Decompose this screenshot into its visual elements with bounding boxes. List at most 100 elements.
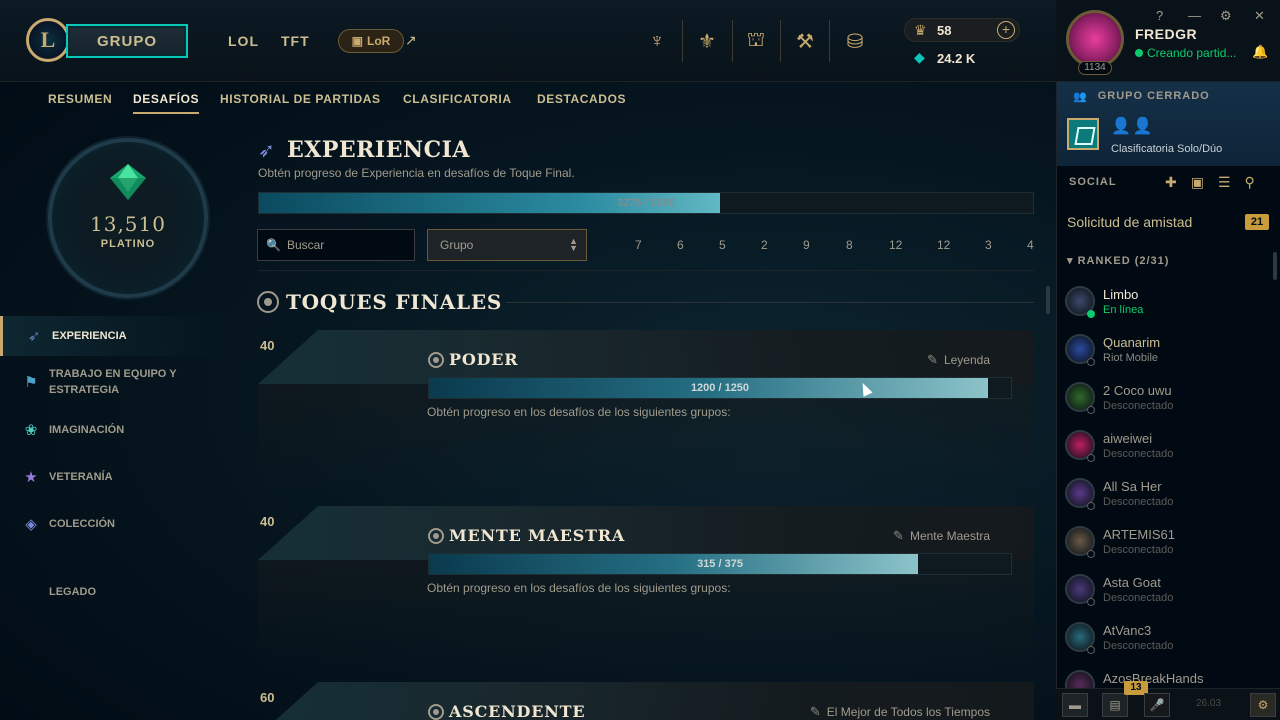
party-members-icon: 👤👤	[1111, 118, 1155, 135]
notification-bell-icon[interactable]: 🔔	[1252, 44, 1268, 60]
card-body	[258, 384, 1034, 500]
search-placeholder: Buscar	[286, 238, 325, 252]
minimize-icon[interactable]: —	[1188, 8, 1201, 23]
group-select-value: Grupo	[440, 238, 474, 252]
status-text[interactable]: Creando partid...	[1135, 46, 1236, 60]
friend-item[interactable]: 2 Coco uwu Desconectado	[1057, 378, 1280, 426]
filter-count[interactable]: 12	[889, 238, 902, 252]
social-header: SOCIAL	[1069, 176, 1117, 188]
filter-count[interactable]: 7	[635, 238, 642, 252]
friend-item[interactable]: All Sa Her Desconectado	[1057, 474, 1280, 522]
friend-name: ARTEMIS61	[1103, 527, 1176, 542]
tab-clasificatoria[interactable]: CLASIFICATORIA	[403, 92, 512, 106]
tab-destacados[interactable]: DESTACADOS	[537, 92, 626, 106]
title-reward-icon: ✎	[893, 528, 904, 543]
collection-icon[interactable]: ⛁	[842, 28, 868, 54]
store-icon[interactable]: ⛫	[743, 28, 769, 54]
section-title: EXPERIENCIA	[287, 137, 470, 163]
help-icon[interactable]: ?	[1156, 8, 1163, 23]
friend-item[interactable]: ARTEMIS61 Desconectado	[1057, 522, 1280, 570]
challenge-icon	[428, 704, 444, 720]
league-logo-icon[interactable]: L	[26, 18, 70, 62]
buy-rp-button[interactable]: +	[997, 21, 1015, 39]
filter-count[interactable]: 2	[761, 238, 768, 252]
friend-name: AtVanc3	[1103, 623, 1152, 638]
presence-dot	[1087, 454, 1095, 462]
chat-icon[interactable]: ▬	[1062, 693, 1088, 717]
tournament-icon[interactable]: ⚜	[694, 28, 720, 54]
category-label: EXPERIENCIA	[52, 330, 127, 342]
lobby-card[interactable]: 👥 GRUPO CERRADO 👤👤 Clasificatoria Solo/D…	[1057, 82, 1280, 166]
card-progress-text: 1200 / 1250	[690, 382, 750, 394]
social-actions: ✚ ▣ ☰ ⚲	[1165, 174, 1255, 191]
friend-request-link[interactable]: Solicitud de amistad	[1067, 214, 1192, 230]
challenge-card[interactable]: 40 MENTE MAESTRA ✎ Mente Maestra 315 / 3…	[258, 506, 1034, 676]
nav-lol[interactable]: LOL	[228, 33, 259, 49]
filter-count[interactable]: 9	[803, 238, 810, 252]
filter-count[interactable]: 5	[719, 238, 726, 252]
card-title: MENTE MAESTRA	[449, 526, 626, 545]
category-imaginacion[interactable]: ❀ IMAGINACIÓN	[0, 410, 230, 450]
list-view-icon[interactable]: ☰	[1218, 174, 1231, 191]
filter-count[interactable]: 12	[937, 238, 950, 252]
teamwork-icon: ⚑	[24, 374, 38, 391]
card-points: 40	[260, 514, 275, 529]
card-title: PODER	[449, 350, 519, 369]
friend-item[interactable]: Asta Goat Desconectado	[1057, 570, 1280, 618]
blue-essence-icon: ◆	[914, 49, 925, 65]
friend-name: Asta Goat	[1103, 575, 1161, 590]
rp-amount: 58	[937, 23, 952, 38]
search-input[interactable]: 🔍 Buscar	[257, 229, 415, 261]
microphone-icon[interactable]: 🎤	[1144, 693, 1170, 717]
divider	[682, 20, 683, 62]
summoner-name[interactable]: FREDGR	[1135, 26, 1197, 42]
close-icon[interactable]: ✕	[1254, 8, 1265, 24]
add-friend-icon[interactable]: ✚	[1165, 174, 1177, 191]
category-legado[interactable]: LEGADO	[0, 572, 230, 612]
group-title: TOQUES FINALES	[286, 290, 503, 314]
experience-icon: ➶	[27, 328, 41, 345]
avatar[interactable]	[1066, 10, 1124, 68]
play-button[interactable]: GRUPO	[66, 24, 188, 58]
card-title: ASCENDENTE	[449, 702, 586, 720]
category-coleccion[interactable]: ◈ COLECCIÓN	[0, 504, 230, 544]
friend-item[interactable]: aiweiwei Desconectado	[1057, 426, 1280, 474]
friend-group-header[interactable]: ▾ RANKED (2/31)	[1067, 254, 1169, 267]
card-header-bg	[258, 330, 1034, 384]
friend-item[interactable]: Quanarim Riot Mobile	[1057, 330, 1280, 378]
card-description: Obtén progreso en los desafíos de los si…	[427, 581, 731, 595]
scrollbar-thumb[interactable]	[1046, 286, 1050, 314]
search-icon[interactable]: ⚲	[1245, 174, 1255, 191]
group-select[interactable]: Grupo ▲ ▼	[427, 229, 587, 261]
tab-desafios[interactable]: DESAFÍOS	[133, 92, 200, 114]
card-progress-text: 315 / 375	[697, 558, 743, 570]
friend-item[interactable]: Limbo En línea	[1057, 282, 1280, 330]
version-label: 26.03	[1196, 698, 1222, 709]
category-label: COLECCIÓN	[49, 518, 115, 530]
filter-count[interactable]: 4	[1027, 238, 1034, 252]
category-veterania[interactable]: ★ VETERANÍA	[0, 457, 230, 497]
challenge-card[interactable]: 60 ASCENDENTE ✎ El Mejor de Todos los Ti…	[258, 682, 1034, 720]
loot-icon[interactable]: ⚒	[792, 28, 818, 54]
category-experiencia[interactable]: ➶ EXPERIENCIA	[0, 316, 230, 356]
add-folder-icon[interactable]: ▣	[1191, 174, 1204, 191]
tab-historial[interactable]: HISTORIAL DE PARTIDAS	[220, 92, 381, 106]
filter-count[interactable]: 8	[846, 238, 853, 252]
filter-count[interactable]: 3	[985, 238, 992, 252]
lor-launch-button[interactable]: ▣ LoR	[338, 29, 404, 53]
gear-icon[interactable]: ⚙	[1250, 693, 1276, 717]
scrollbar-thumb[interactable]	[1273, 252, 1277, 280]
tab-resumen[interactable]: RESUMEN	[48, 92, 112, 106]
filter-count[interactable]: 6	[677, 238, 684, 252]
friend-name: 2 Coco uwu	[1103, 383, 1172, 398]
lor-logo-icon: ▣	[351, 34, 363, 48]
friend-item[interactable]: AtVanc3 Desconectado	[1057, 618, 1280, 666]
friends-tray-icon[interactable]: ▤	[1102, 693, 1128, 717]
friend-status: Desconectado	[1103, 592, 1174, 604]
nav-tft[interactable]: TFT	[281, 33, 310, 49]
trophy-icon[interactable]: ♆	[644, 28, 670, 54]
challenge-card[interactable]: 40 PODER ✎ Leyenda 1200 / 1250 Obtén pro…	[258, 330, 1034, 500]
category-trabajo-equipo[interactable]: ⚑ TRABAJO EN EQUIPO Y ESTRATEGIA	[0, 362, 230, 402]
settings-icon[interactable]: ⚙	[1220, 8, 1232, 24]
card-reward: ✎ El Mejor de Todos los Tiempos	[810, 704, 990, 720]
